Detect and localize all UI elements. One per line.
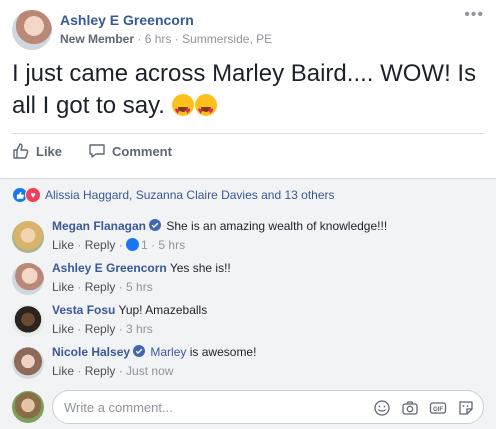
comment-item: Vesta Fosu Yup! Amazeballs Like · Reply … <box>12 301 484 341</box>
comment-actions: Like · Reply · Just now <box>52 364 174 378</box>
sticker-icon[interactable] <box>457 399 475 417</box>
more-dots-icon[interactable]: ••• <box>464 7 484 23</box>
comment-line: Nicole Halsey Marley is awesome! <box>52 345 256 359</box>
commenter-name[interactable]: Megan Flanagan <box>52 219 146 233</box>
gif-icon[interactable]: GIF <box>429 399 447 417</box>
reactions-text[interactable]: Alissia Haggard, Suzanna Claire Davies a… <box>45 188 335 202</box>
author-name[interactable]: Ashley E Greencorn <box>60 12 194 28</box>
comment-actions: Like · Reply · 1 · 5 hrs <box>52 238 186 252</box>
comment-like-link[interactable]: Like <box>52 322 74 336</box>
comment-time[interactable]: 5 hrs <box>126 280 153 294</box>
comment-reply-link[interactable]: Reply <box>85 364 116 378</box>
svg-text:GIF: GIF <box>433 407 443 413</box>
thumbs-up-icon <box>13 143 29 159</box>
divider <box>12 133 484 134</box>
commenter-avatar[interactable] <box>12 221 44 253</box>
post-time[interactable]: 6 hrs <box>145 32 172 46</box>
comment-line: Megan Flanagan She is an amazing wealth … <box>52 219 387 233</box>
verified-badge-icon <box>133 345 146 357</box>
commenter-name[interactable]: Nicole Halsey <box>52 345 130 359</box>
meta-sep: · <box>174 32 183 46</box>
comment-line: Vesta Fosu Yup! Amazeballs <box>52 303 207 317</box>
comment-text: She is an amazing wealth of knowledge!!! <box>166 219 388 233</box>
current-user-avatar[interactable] <box>12 391 44 423</box>
like-count-icon <box>126 238 140 251</box>
comment-button[interactable]: Comment <box>88 142 172 160</box>
post-actions: Like Comment <box>12 142 484 168</box>
commenter-avatar[interactable] <box>12 347 44 379</box>
member-badge[interactable]: New Member <box>60 32 134 46</box>
comment-time[interactable]: 3 hrs <box>126 322 153 336</box>
love-reaction-icon: ♥ <box>25 187 41 203</box>
write-comment-row: Write a comment... GIF <box>12 389 484 424</box>
comment-reply-link[interactable]: Reply <box>85 280 116 294</box>
meta-sep: · <box>137 32 145 46</box>
comment-actions: Like · Reply · 3 hrs <box>52 322 153 336</box>
comment-time[interactable]: 5 hrs <box>158 238 185 252</box>
emoji-icon[interactable] <box>373 399 391 417</box>
post-header: Ashley E Greencorn New Member · 6 hrs · … <box>12 7 484 50</box>
verified-badge-icon <box>149 219 162 231</box>
comment-input[interactable]: Write a comment... GIF <box>52 390 484 424</box>
comment-item: Megan Flanagan She is an amazing wealth … <box>12 217 484 257</box>
comment-text: Yup! Amazeballs <box>118 303 208 317</box>
like-label: Like <box>36 143 63 159</box>
comment-reply-link[interactable]: Reply <box>85 322 116 336</box>
heart-eyes-emoji <box>171 94 194 128</box>
comment-like-link[interactable]: Like <box>52 280 74 294</box>
reactions-summary[interactable]: ♥ Alissia Haggard, Suzanna Claire Davies… <box>12 187 335 203</box>
comment-like-link[interactable]: Like <box>52 364 74 378</box>
heart-eyes-emoji <box>194 94 217 128</box>
comment-label: Comment <box>112 143 172 159</box>
comments-section: ♥ Alissia Haggard, Suzanna Claire Davies… <box>0 178 496 429</box>
comment-actions: Like · Reply · 5 hrs <box>52 280 153 294</box>
comment-text: Yes she is!! <box>169 261 231 275</box>
commenter-avatar[interactable] <box>12 263 44 295</box>
comment-item: Nicole Halsey Marley is awesome! Like · … <box>12 343 484 383</box>
comment-text: is awesome! <box>189 345 257 359</box>
commenter-name[interactable]: Ashley E Greencorn <box>52 261 167 275</box>
author-avatar[interactable] <box>12 10 52 50</box>
camera-icon[interactable] <box>401 399 419 417</box>
commenter-name[interactable]: Vesta Fosu <box>52 303 115 317</box>
post-text: I just came across Marley Baird.... WOW!… <box>12 60 477 119</box>
commenter-avatar[interactable] <box>12 305 44 337</box>
like-button[interactable]: Like <box>12 142 62 160</box>
comment-reply-link[interactable]: Reply <box>85 238 116 252</box>
comment-input-icons: GIF <box>373 399 475 417</box>
comment-line: Ashley E Greencorn Yes she is!! <box>52 261 231 275</box>
like-count[interactable]: 1 <box>141 238 148 252</box>
post-location[interactable]: Summerside, PE <box>182 32 272 46</box>
comment-item: Ashley E Greencorn Yes she is!! Like · R… <box>12 259 484 299</box>
post-body: I just came across Marley Baird.... WOW!… <box>12 58 484 128</box>
comment-placeholder: Write a comment... <box>64 400 173 415</box>
post-meta: New Member · 6 hrs · Summerside, PE <box>60 32 272 46</box>
speech-bubble-icon <box>89 144 105 158</box>
comment-mention[interactable]: Marley <box>150 345 186 359</box>
comment-like-link[interactable]: Like <box>52 238 74 252</box>
comment-time[interactable]: Just now <box>126 364 173 378</box>
